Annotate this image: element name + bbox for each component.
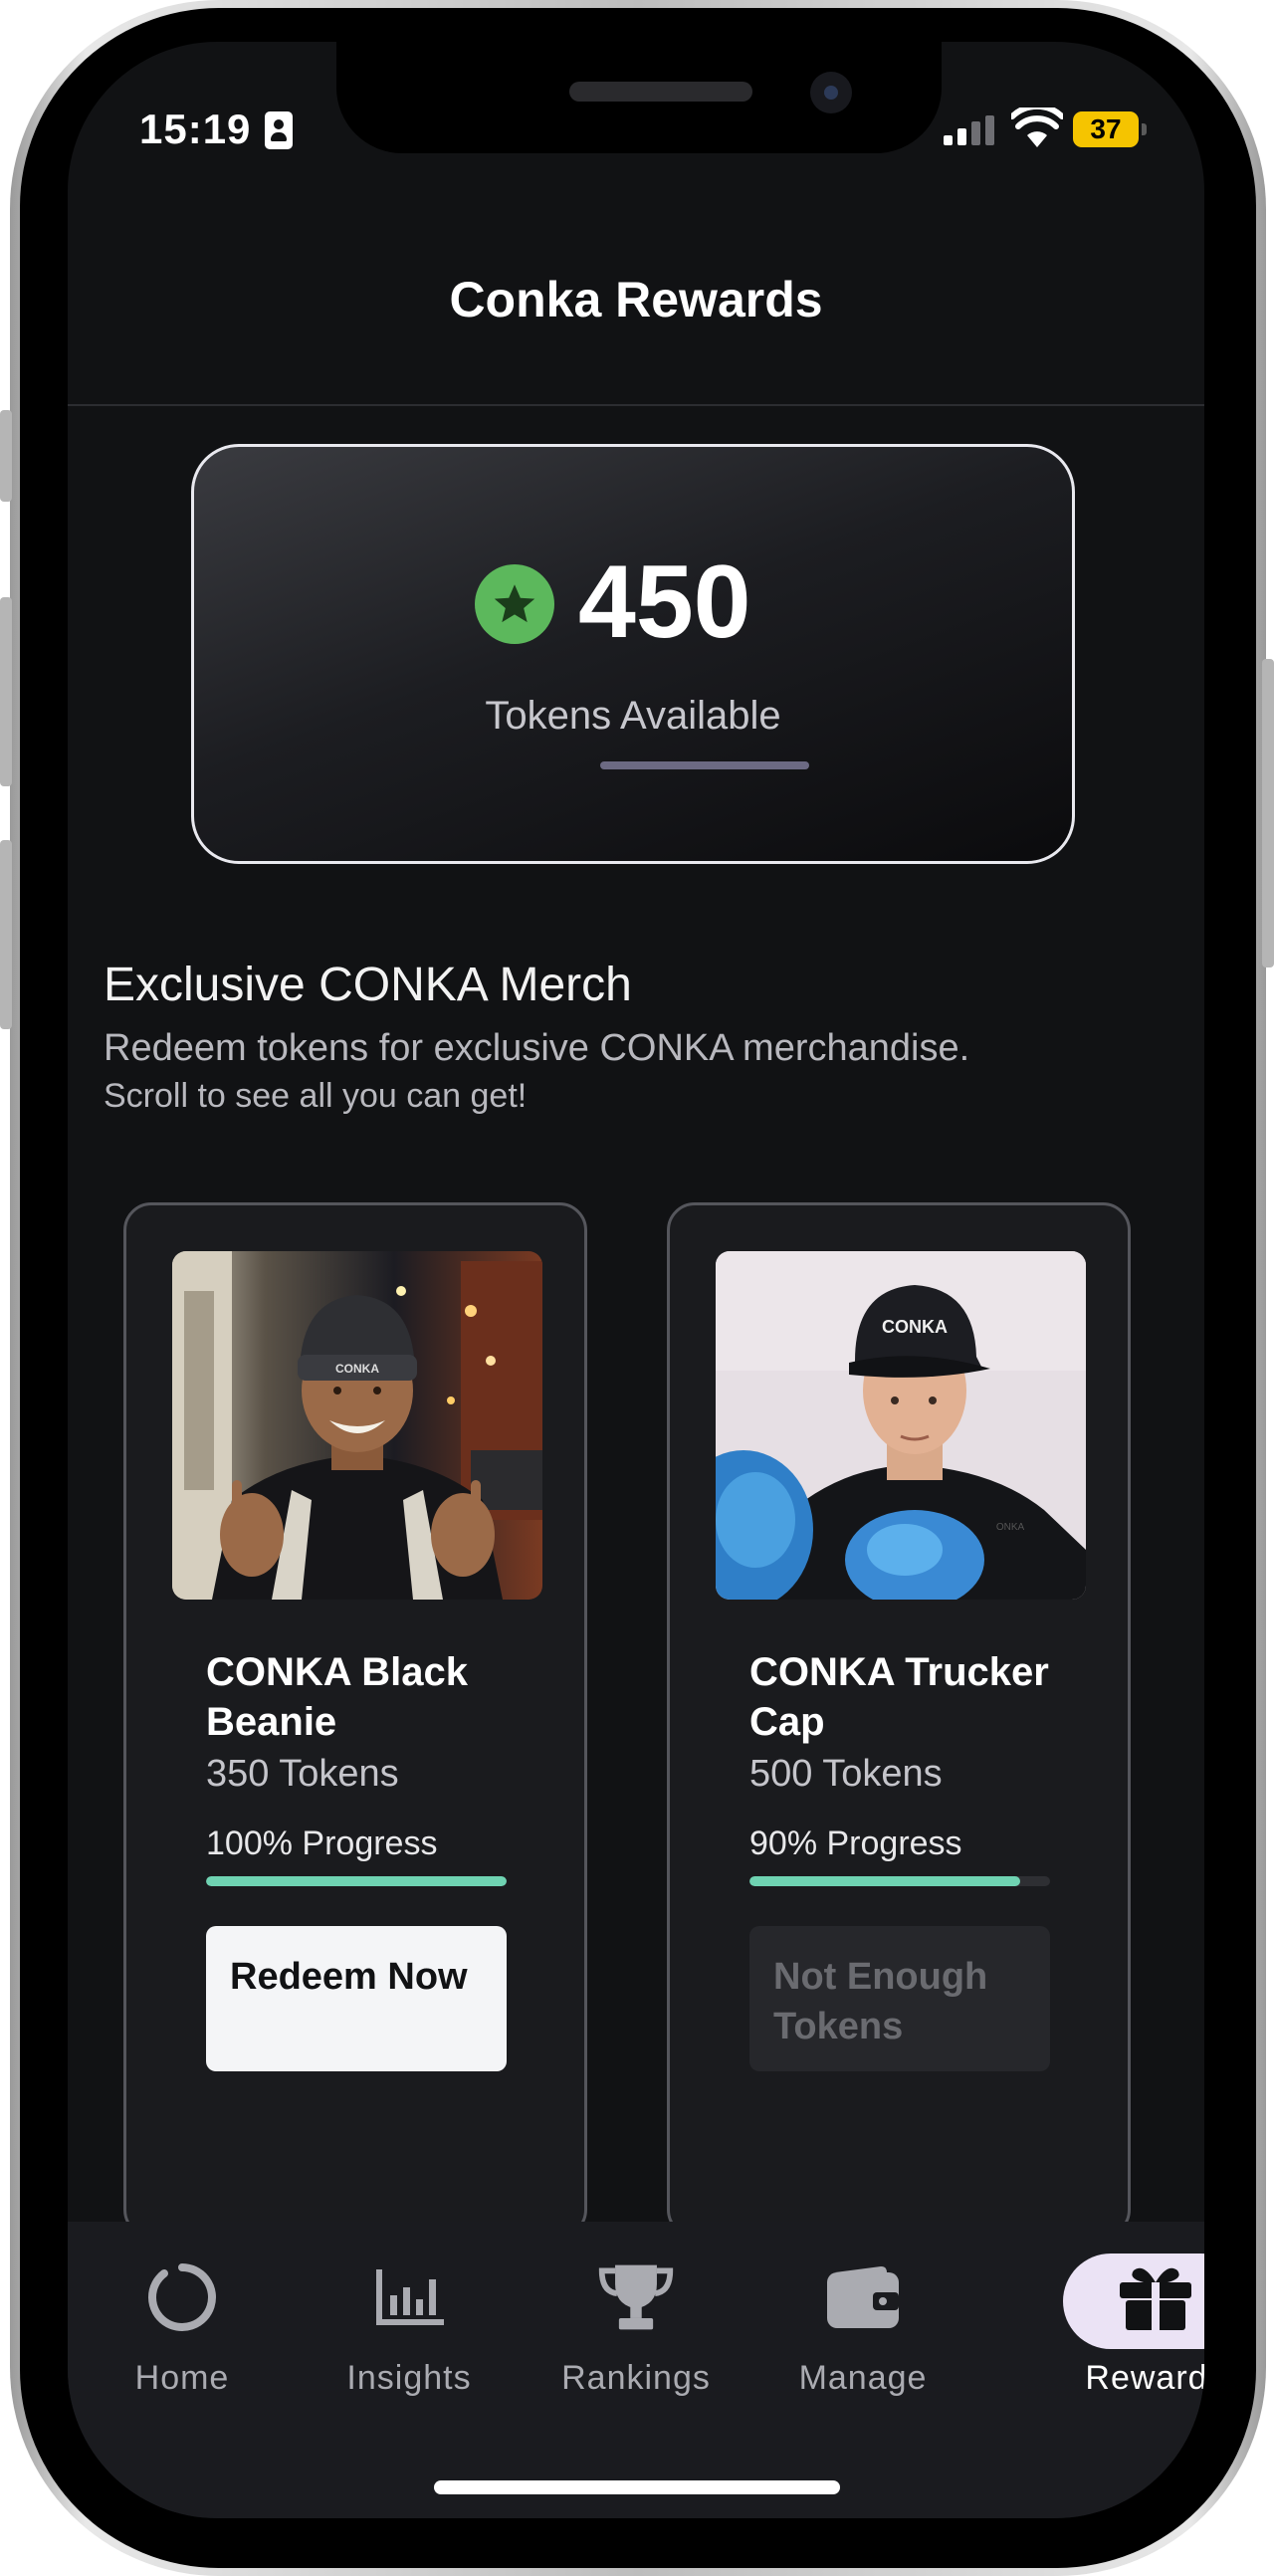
battery-indicator: 37 (1073, 111, 1147, 147)
tab-manage[interactable]: Manage (768, 2252, 957, 2401)
merch-progress-label: 90% Progress (749, 1825, 962, 1862)
merch-cost: 350 Tokens (206, 1753, 399, 1795)
not-enough-tokens-button[interactable]: Not Enough Tokens (749, 1926, 1050, 2071)
tab-label: Home (134, 2359, 230, 2397)
app-screen: 15:19 37 Conka Rewards 450 Tokens Availa… (68, 42, 1204, 2518)
wifi-icon (1011, 107, 1063, 147)
merch-name: CONKA Trucker Cap (749, 1650, 1049, 1744)
svg-text:ONKA: ONKA (996, 1522, 1025, 1533)
front-camera (810, 72, 852, 113)
bar-chart-icon (369, 2257, 449, 2337)
earpiece (569, 82, 752, 102)
token-amount: 450 (578, 544, 751, 660)
home-ring-icon (142, 2257, 222, 2337)
star-glyph (494, 584, 535, 623)
notch (336, 42, 942, 153)
side-button-action (0, 410, 12, 502)
tab-label: Rankings (561, 2359, 711, 2397)
merch-progress-label: 100% Progress (206, 1825, 438, 1862)
contact-card-icon (265, 111, 293, 149)
merch-section-description: Redeem tokens for exclusive CONKA mercha… (104, 1027, 970, 1069)
merch-section-hint: Scroll to see all you can get! (104, 1077, 528, 1115)
svg-text:CONKA: CONKA (335, 1362, 379, 1376)
merch-cost: 500 Tokens (749, 1753, 943, 1795)
merch-progress-track (206, 1876, 507, 1886)
merch-progress-track (749, 1876, 1050, 1886)
gift-icon (1116, 2257, 1195, 2337)
merch-name: CONKA Black Beanie (206, 1650, 469, 1744)
beanie-product-image: CONKA (172, 1251, 542, 1600)
merch-card-beanie[interactable]: CONKA CONKA Black Beanie 350 Tokens 100%… (123, 1202, 587, 2238)
tab-label: Insights (346, 2359, 472, 2397)
home-indicator[interactable] (434, 2480, 840, 2494)
token-card-accent-bar (600, 761, 809, 769)
trucker-cap-product-image: CONKA ONKA (716, 1251, 1086, 1600)
tab-insights[interactable]: Insights (315, 2252, 504, 2401)
side-button-volume-down (0, 840, 12, 1029)
token-label: Tokens Available (485, 694, 781, 738)
tab-rankings[interactable]: Rankings (541, 2252, 731, 2401)
trophy-icon (596, 2257, 676, 2337)
merch-progress-fill (749, 1876, 1020, 1886)
wallet-icon (823, 2257, 903, 2337)
side-button-power (1262, 659, 1274, 967)
tab-rewards[interactable]: Rewards (1061, 2252, 1204, 2401)
header-divider (68, 404, 1204, 406)
side-button-volume-up (0, 597, 12, 786)
svg-text:CONKA: CONKA (882, 1317, 948, 1337)
merch-card-trucker-cap[interactable]: CONKA ONKA CONKA Trucker Cap 500 Tokens … (667, 1202, 1131, 2238)
tab-home[interactable]: Home (88, 2252, 277, 2401)
star-icon (475, 564, 554, 644)
token-balance-card: 450 Tokens Available (191, 444, 1075, 864)
merch-section-title: Exclusive CONKA Merch (104, 959, 632, 1011)
cellular-signal-icon (944, 115, 995, 145)
merch-progress-fill (206, 1876, 507, 1886)
status-time: 15:19 (139, 106, 252, 152)
page-title: Conka Rewards (449, 272, 823, 327)
redeem-now-button[interactable]: Redeem Now (206, 1926, 507, 2071)
tab-label: Rewards (1085, 2359, 1204, 2397)
tab-label: Manage (798, 2359, 928, 2397)
bottom-tab-bar: Home Insights Rankings Manage Reward (68, 2222, 1204, 2518)
